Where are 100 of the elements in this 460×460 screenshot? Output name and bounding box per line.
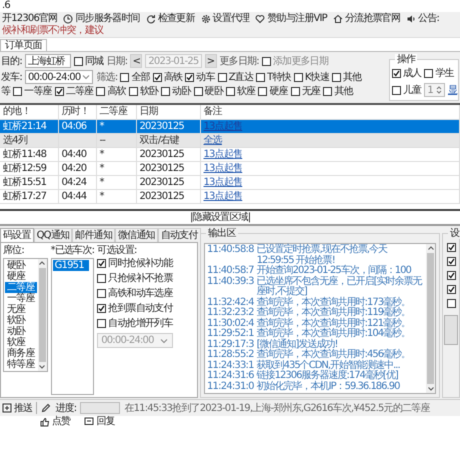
refresh-icon xyxy=(146,14,156,24)
field-label: 更多日期: xyxy=(220,56,259,66)
checkbox[interactable] xyxy=(97,289,106,298)
checkbox[interactable] xyxy=(424,69,434,78)
tab[interactable]: 订单页面 xyxy=(0,39,47,51)
push-button[interactable]: 推送 xyxy=(2,402,32,414)
checkbox[interactable] xyxy=(446,257,456,266)
list-item[interactable]: 无座 xyxy=(5,304,37,315)
sale-link[interactable]: 13点起售 xyxy=(204,176,242,188)
scroll-down-icon[interactable] xyxy=(426,386,434,392)
checkbox[interactable] xyxy=(290,87,300,96)
checkbox[interactable] xyxy=(446,243,456,252)
checkbox[interactable] xyxy=(120,72,130,82)
log-time: 11:29:52:1 xyxy=(207,329,254,340)
checkbox[interactable] xyxy=(128,87,138,96)
checkbox[interactable] xyxy=(97,274,106,283)
list-item[interactable]: 商务座 xyxy=(5,348,37,359)
checkbox[interactable] xyxy=(323,87,332,96)
log-time: 11:32:23:2 xyxy=(207,308,254,318)
tab[interactable]: 自动支付 xyxy=(158,228,201,242)
hide-settings-toggle[interactable]: |隐藏设置区域| xyxy=(0,211,460,226)
checkbox[interactable] xyxy=(446,271,456,280)
list-item[interactable]: 软座 xyxy=(5,337,37,348)
scroll-down-icon[interactable] xyxy=(38,364,46,370)
list-item[interactable]: 二等座 xyxy=(5,282,37,293)
sale-link[interactable]: 13点起售 xyxy=(204,162,242,174)
checkbox-label: 一等座 xyxy=(24,86,52,97)
list-item[interactable]: 软卧 xyxy=(5,315,37,326)
table-row[interactable]: 虹桥17:27 04:44 * 20230125 13点起售 xyxy=(0,189,460,203)
column-header[interactable]: 历时！ xyxy=(58,105,96,119)
checkbox[interactable] xyxy=(97,319,106,328)
checkbox[interactable] xyxy=(294,72,303,82)
checkbox[interactable] xyxy=(185,72,194,82)
toolbar-button[interactable]: 公告: xyxy=(406,13,440,24)
sale-link[interactable]: 13点起售 xyxy=(204,190,242,202)
list-item[interactable]: 特等座 xyxy=(5,359,37,370)
scrollbar[interactable] xyxy=(426,244,435,393)
toolbar-button[interactable]: 开12306官网 xyxy=(2,13,58,24)
list-item[interactable]: 硬座 xyxy=(5,271,37,282)
checkbox[interactable] xyxy=(96,87,106,96)
toolbar-button[interactable]: 分流抢票官网 xyxy=(332,13,400,24)
previous-date-button[interactable]: < xyxy=(130,54,142,68)
checkbox-label: 高铁和动车选座 xyxy=(108,288,173,299)
list-item[interactable]: G1951 xyxy=(52,260,89,271)
field-label: 日期: xyxy=(106,56,128,66)
comment-icon xyxy=(84,416,94,426)
table-cell xyxy=(58,133,96,147)
list-item[interactable]: 硬卧 xyxy=(5,260,37,271)
checkbox[interactable] xyxy=(226,87,236,96)
scrollbar[interactable] xyxy=(38,259,47,371)
checkbox[interactable] xyxy=(54,87,64,96)
table-cell: * xyxy=(96,161,136,175)
sale-link[interactable]: 全选 xyxy=(204,134,222,146)
tab[interactable]: 微信通知 xyxy=(114,228,158,242)
checkbox[interactable] xyxy=(97,259,106,268)
toolbar-button[interactable]: 赞助与注册VIP xyxy=(255,13,327,24)
tab[interactable]: 邮件通知 xyxy=(72,228,115,242)
tab[interactable]: QQ通知 xyxy=(34,228,72,242)
table-cell: * xyxy=(96,147,136,161)
train-list[interactable]: G1951 xyxy=(50,258,94,395)
checkbox[interactable] xyxy=(392,86,401,94)
checkbox[interactable] xyxy=(13,87,22,96)
checkbox[interactable] xyxy=(161,87,170,96)
checkbox[interactable] xyxy=(256,72,266,82)
list-item[interactable]: 动卧 xyxy=(5,326,37,337)
toolbar-button[interactable]: 检查更新 xyxy=(146,13,195,24)
tab[interactable]: 码设置 xyxy=(0,228,34,242)
list-item[interactable]: 一等座 xyxy=(5,293,37,304)
checkbox[interactable] xyxy=(74,56,83,66)
column-header[interactable]: 备注 xyxy=(200,105,460,119)
table-row[interactable]: 虹桥11:48 04:40 * 20230125 13点起售 xyxy=(0,147,460,161)
checkbox[interactable] xyxy=(218,72,227,82)
departure-time-select[interactable]: 00:00-24:00 xyxy=(24,70,94,84)
next-date-button[interactable]: > xyxy=(204,54,216,68)
show-link[interactable]: 显 xyxy=(448,84,458,96)
destination-field[interactable]: 上海虹桥 xyxy=(24,54,71,68)
column-header[interactable]: 的地！ xyxy=(0,105,58,119)
scroll-up-icon[interactable] xyxy=(426,245,434,251)
checkbox[interactable] xyxy=(446,285,456,294)
seat-list[interactable]: 硬卧 硬座 二等座 一等座 无座 软卧 动卧 软座 商务座 特等座 xyxy=(3,258,48,372)
scroll-up-icon[interactable] xyxy=(38,260,46,266)
checkbox-label: 同城 xyxy=(84,56,104,66)
group-title: 输出区 xyxy=(206,228,238,239)
checkbox[interactable] xyxy=(332,72,341,82)
column-header[interactable]: 日期 xyxy=(136,105,200,119)
table-row[interactable]: 虹桥12:59 04:20 * 20230125 13点起售 xyxy=(0,161,460,175)
column-header[interactable]: 二等座 xyxy=(96,105,136,119)
checkbox[interactable] xyxy=(194,87,203,96)
sale-link[interactable]: 13点起售 xyxy=(204,148,242,160)
log-time: 11:40:58:7 xyxy=(207,266,254,276)
footer-button[interactable]: 回复 xyxy=(84,416,115,427)
checkbox[interactable] xyxy=(446,299,456,308)
checkbox[interactable] xyxy=(258,87,268,96)
footer-button[interactable]: 点赞 xyxy=(40,416,70,427)
table-row[interactable]: 虹桥15:51 04:24 * 20230125 13点起售 xyxy=(0,175,460,189)
checkbox[interactable] xyxy=(152,72,162,82)
checkbox[interactable] xyxy=(97,304,106,313)
toolbar-button[interactable]: 设置代理 xyxy=(200,13,250,24)
toolbar-button[interactable]: 同步服务器时间 xyxy=(63,13,140,24)
checkbox[interactable] xyxy=(392,69,401,78)
